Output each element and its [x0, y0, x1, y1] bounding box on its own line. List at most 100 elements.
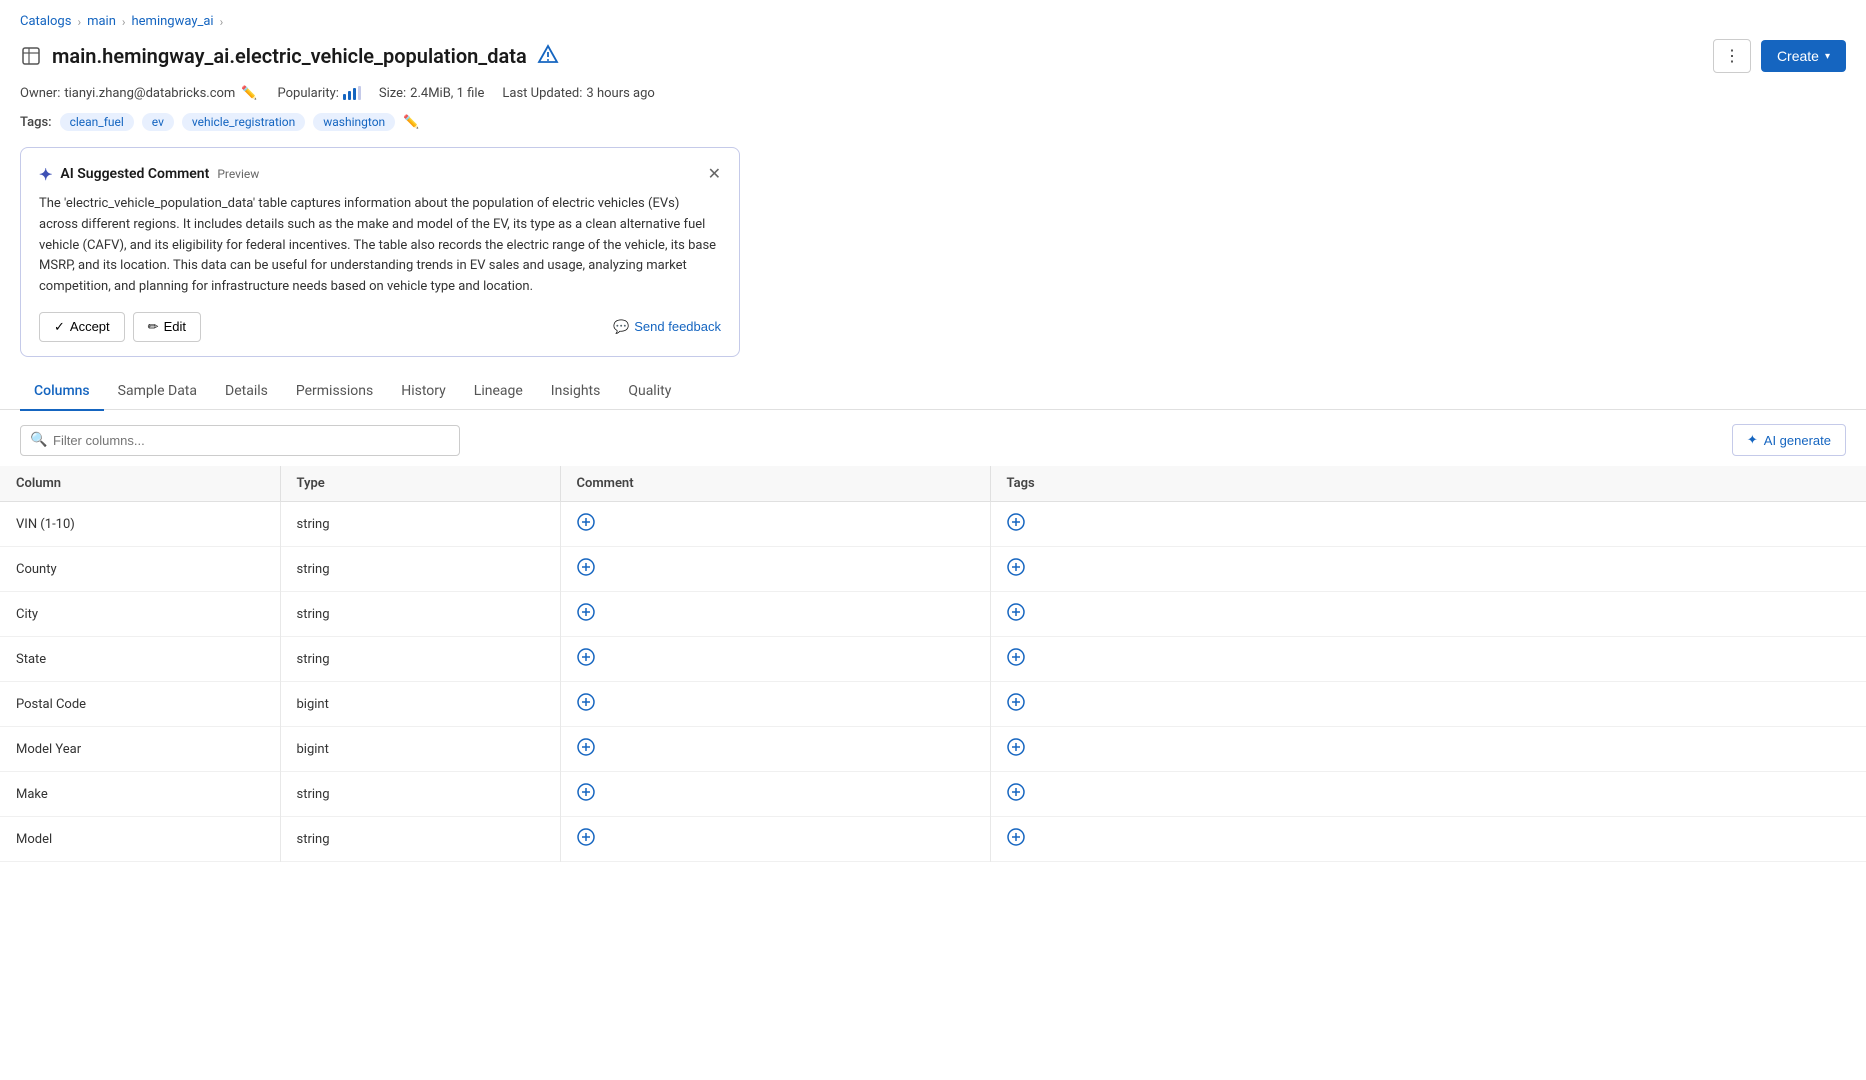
meta-row: Owner: tianyi.zhang@databricks.com ✏️ Po…: [0, 81, 1866, 109]
add-comment-button[interactable]: [577, 783, 595, 804]
add-tag-button[interactable]: [1007, 648, 1025, 669]
tab-insights[interactable]: Insights: [537, 373, 615, 411]
edit-owner-button[interactable]: ✏️: [239, 85, 259, 101]
chat-icon: 💬: [613, 319, 629, 335]
tag-chip-clean-fuel[interactable]: clean_fuel: [60, 113, 134, 131]
bar-4: [358, 86, 361, 100]
breadcrumb-main[interactable]: main: [87, 14, 116, 29]
tag-chip-vehicle-reg[interactable]: vehicle_registration: [182, 113, 305, 131]
edit-tags-button[interactable]: ✏️: [403, 114, 419, 130]
add-comment-button[interactable]: [577, 828, 595, 849]
cell-column-name: Postal Code: [0, 682, 280, 727]
add-comment-button[interactable]: [577, 513, 595, 534]
size-value: 2.4MiB, 1 file: [410, 86, 484, 101]
cell-type: string: [280, 547, 560, 592]
title-row: main.hemingway_ai.electric_vehicle_popul…: [0, 35, 1866, 81]
tab-sample-data[interactable]: Sample Data: [104, 373, 211, 411]
cell-tags: [990, 547, 1866, 592]
add-tag-button[interactable]: [1007, 558, 1025, 579]
ai-card-close-button[interactable]: ✕: [708, 164, 721, 184]
cell-comment: [560, 772, 990, 817]
cell-column-name: VIN (1-10): [0, 502, 280, 547]
size-item: Size: 2.4MiB, 1 file: [379, 86, 485, 101]
add-comment-button[interactable]: [577, 738, 595, 759]
cell-tags: [990, 637, 1866, 682]
page-title: main.hemingway_ai.electric_vehicle_popul…: [52, 44, 527, 68]
add-comment-button[interactable]: [577, 648, 595, 669]
cell-type: string: [280, 637, 560, 682]
table-row: County string: [0, 547, 1866, 592]
cell-comment: [560, 817, 990, 862]
add-comment-button[interactable]: [577, 693, 595, 714]
feedback-label: Send feedback: [634, 319, 721, 334]
ai-card-title-text: AI Suggested Comment: [60, 166, 209, 182]
ai-generate-label: AI generate: [1764, 433, 1831, 448]
cell-type: bigint: [280, 682, 560, 727]
accept-button[interactable]: ✓ Accept: [39, 312, 125, 342]
filter-columns-input[interactable]: [20, 425, 460, 456]
ai-sparkle-icon: ✦: [39, 165, 52, 184]
tag-chip-washington[interactable]: washington: [313, 113, 395, 131]
ai-card-buttons: ✓ Accept ✏ Edit: [39, 312, 201, 342]
tag-chip-ev[interactable]: ev: [142, 113, 174, 131]
ai-card-footer: ✓ Accept ✏ Edit 💬 Send feedback: [39, 312, 721, 342]
add-comment-button[interactable]: [577, 603, 595, 624]
th-column: Column: [0, 466, 280, 502]
tab-details[interactable]: Details: [211, 373, 282, 411]
table-row: State string: [0, 637, 1866, 682]
add-tag-button[interactable]: [1007, 513, 1025, 534]
add-tag-button[interactable]: [1007, 783, 1025, 804]
create-button[interactable]: Create ▾: [1761, 40, 1846, 72]
columns-table-wrap: Column Type Comment Tags VIN (1-10) stri…: [0, 466, 1866, 862]
filter-input-wrap: 🔍: [20, 425, 460, 456]
search-icon: 🔍: [30, 432, 47, 448]
breadcrumb-sep-1: ›: [77, 15, 81, 29]
cell-comment: [560, 502, 990, 547]
tabs-row: Columns Sample Data Details Permissions …: [0, 373, 1866, 411]
tab-columns[interactable]: Columns: [20, 373, 104, 411]
breadcrumb-sep-3: ›: [220, 15, 224, 29]
table-row: Postal Code bigint: [0, 682, 1866, 727]
cell-comment: [560, 592, 990, 637]
cell-comment: [560, 547, 990, 592]
add-tag-button[interactable]: [1007, 693, 1025, 714]
breadcrumb: Catalogs › main › hemingway_ai ›: [0, 0, 1866, 35]
table-icon: [20, 45, 42, 67]
create-chevron-icon: ▾: [1825, 51, 1830, 62]
tab-lineage[interactable]: Lineage: [460, 373, 537, 411]
filter-row: 🔍 ✦ AI generate: [0, 410, 1866, 466]
breadcrumb-catalogs[interactable]: Catalogs: [20, 14, 71, 29]
ai-card-title: ✦ AI Suggested Comment Preview: [39, 165, 259, 184]
table-row: City string: [0, 592, 1866, 637]
tab-quality[interactable]: Quality: [614, 373, 685, 411]
ai-gen-sparkle-icon: ✦: [1747, 432, 1758, 448]
add-tag-button[interactable]: [1007, 828, 1025, 849]
breadcrumb-hemingway[interactable]: hemingway_ai: [131, 14, 213, 29]
ai-generate-button[interactable]: ✦ AI generate: [1732, 424, 1846, 456]
edit-label: Edit: [164, 319, 186, 334]
unity-alert-icon: [537, 43, 559, 70]
create-label: Create: [1777, 48, 1819, 64]
send-feedback-button[interactable]: 💬 Send feedback: [613, 319, 721, 335]
updated-label: Last Updated:: [502, 86, 582, 101]
cell-type: string: [280, 772, 560, 817]
popularity-label: Popularity:: [278, 86, 339, 101]
columns-table: Column Type Comment Tags VIN (1-10) stri…: [0, 466, 1866, 862]
cell-column-name: Model: [0, 817, 280, 862]
cell-tags: [990, 502, 1866, 547]
add-tag-button[interactable]: [1007, 603, 1025, 624]
tab-permissions[interactable]: Permissions: [282, 373, 387, 411]
cell-column-name: State: [0, 637, 280, 682]
edit-comment-button[interactable]: ✏ Edit: [133, 312, 201, 342]
add-tag-button[interactable]: [1007, 738, 1025, 759]
cell-column-name: Make: [0, 772, 280, 817]
more-button[interactable]: ⋮: [1713, 39, 1751, 73]
add-comment-button[interactable]: [577, 558, 595, 579]
cell-comment: [560, 682, 990, 727]
popularity-item: Popularity:: [278, 86, 361, 101]
th-type: Type: [280, 466, 560, 502]
tab-history[interactable]: History: [387, 373, 460, 411]
cell-tags: [990, 817, 1866, 862]
owner-item: Owner: tianyi.zhang@databricks.com ✏️: [20, 85, 260, 101]
checkmark-icon: ✓: [54, 319, 65, 335]
